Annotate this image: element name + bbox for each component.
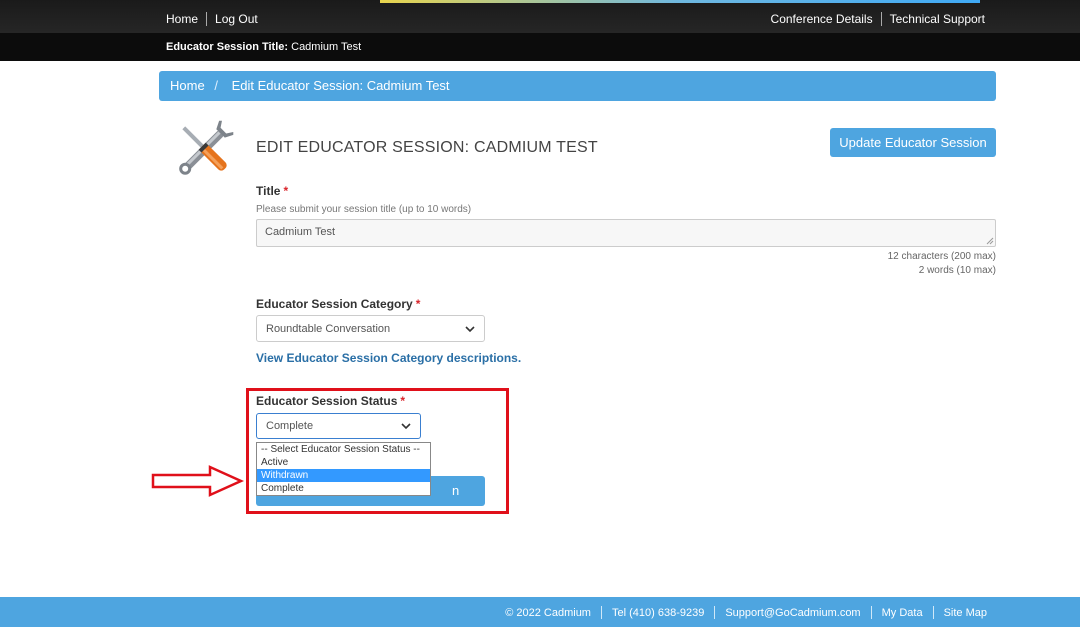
- category-select[interactable]: Roundtable Conversation: [256, 315, 485, 342]
- nav-logout-link[interactable]: Log Out: [215, 12, 258, 26]
- footer-tel: Tel (410) 638-9239: [611, 606, 705, 619]
- annotation-arrow-icon: [151, 465, 245, 497]
- footer-email-link[interactable]: Support@GoCadmium.com: [725, 607, 860, 619]
- top-accent-stripe: [380, 0, 980, 3]
- footer-divider: [714, 606, 716, 619]
- title-label-text: Title: [256, 184, 281, 198]
- top-nav-left: Home Log Out: [166, 12, 258, 26]
- footer-bar: © 2022 Cadmium Tel (410) 638-9239 Suppor…: [0, 597, 1080, 627]
- resize-grip-icon[interactable]: [986, 237, 994, 245]
- category-select-value: Roundtable Conversation: [266, 322, 391, 335]
- footer-divider: [870, 606, 872, 619]
- nav-divider: [206, 12, 208, 26]
- footer-divider: [600, 606, 602, 619]
- annotation-highlight-box: [246, 388, 509, 514]
- title-help-text: Please submit your session title (up to …: [256, 204, 472, 215]
- breadcrumb: Home / Edit Educator Session: Cadmium Te…: [159, 71, 996, 101]
- footer-copyright: © 2022 Cadmium: [505, 606, 591, 619]
- breadcrumb-separator: /: [214, 78, 218, 93]
- category-field-label: Educator Session Category *: [256, 297, 420, 311]
- required-marker: *: [415, 297, 421, 311]
- footer-my-data-link[interactable]: My Data: [882, 607, 923, 619]
- nav-conference-details-link[interactable]: Conference Details: [771, 12, 873, 26]
- title-char-count: 12 characters (200 max): [887, 251, 996, 262]
- update-educator-session-button[interactable]: Update Educator Session: [830, 128, 996, 157]
- breadcrumb-current: Edit Educator Session: Cadmium Test: [231, 78, 450, 93]
- session-title-label: Educator Session Title:: [166, 41, 289, 53]
- top-nav-bar: Home Log Out Conference Details Technica…: [0, 0, 1080, 33]
- title-input[interactable]: Cadmium Test: [256, 219, 996, 247]
- session-title-value: Cadmium Test: [291, 41, 362, 53]
- footer-divider: [932, 606, 934, 619]
- title-field-label: Title *: [256, 184, 288, 198]
- nav-technical-support-link[interactable]: Technical Support: [890, 12, 985, 26]
- page-title: EDIT EDUCATOR SESSION: CADMIUM TEST: [256, 139, 598, 156]
- footer-items: © 2022 Cadmium Tel (410) 638-9239 Suppor…: [505, 606, 987, 619]
- session-title-text: Educator Session Title: Cadmium Test: [166, 41, 361, 53]
- top-nav-right: Conference Details Technical Support: [771, 12, 985, 26]
- title-word-count: 2 words (10 max): [918, 265, 996, 276]
- chevron-down-icon: [465, 325, 475, 332]
- required-marker: *: [283, 184, 289, 198]
- category-label-text: Educator Session Category: [256, 297, 413, 311]
- nav-divider: [880, 12, 882, 26]
- breadcrumb-home-link[interactable]: Home: [170, 78, 205, 93]
- category-descriptions-link[interactable]: View Educator Session Category descripti…: [256, 351, 521, 365]
- session-title-bar: Educator Session Title: Cadmium Test: [0, 33, 1080, 61]
- footer-site-map-link[interactable]: Site Map: [944, 607, 987, 619]
- tools-icon: [179, 120, 234, 175]
- nav-home-link[interactable]: Home: [166, 12, 198, 26]
